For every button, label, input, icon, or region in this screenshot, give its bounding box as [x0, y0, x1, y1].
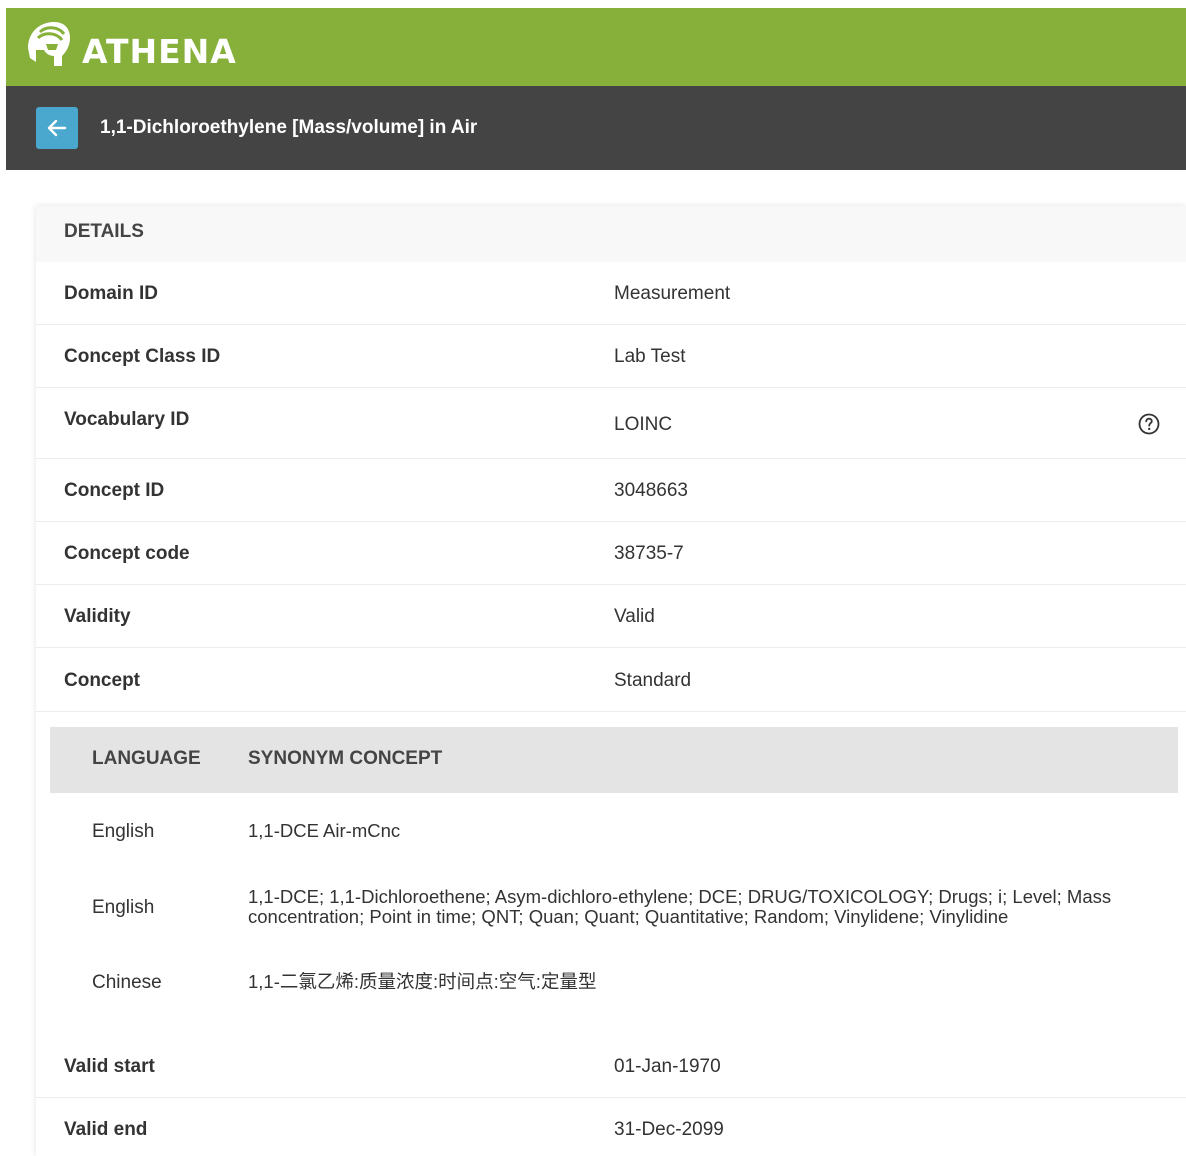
detail-value: Standard [614, 670, 692, 691]
synonym-text: 1,1-DCE; 1,1-Dichloroethene; Asym-dichlo… [248, 886, 1112, 927]
vocabulary-link[interactable]: LOINC [614, 414, 672, 436]
detail-row-domain-id: Domain ID Measurement [36, 262, 1186, 325]
detail-row-concept-code: Concept code 38735-7 [36, 522, 1186, 585]
detail-row-concept-class-id: Concept Class ID Lab Test [36, 325, 1186, 388]
detail-label: Concept ID [64, 480, 165, 501]
detail-label: Domain ID [64, 283, 158, 304]
detail-label: Concept Class ID [64, 346, 221, 367]
details-section-title: DETAILS [64, 221, 144, 242]
detail-label: Validity [64, 606, 131, 627]
detail-value: 01-Jan-1970 [614, 1056, 721, 1077]
page-title: 1,1-Dichloroethylene [Mass/volume] in Ai… [100, 117, 478, 138]
helmet-logo-icon[interactable] [22, 18, 74, 70]
arrow-left-icon [47, 119, 67, 137]
detail-label: Vocabulary ID [64, 409, 190, 430]
detail-value: Valid [614, 606, 655, 627]
details-card: DETAILS Domain ID Measurement Concept Cl… [36, 206, 1186, 1156]
detail-value: Measurement [614, 283, 731, 304]
detail-label: Concept [64, 670, 140, 691]
column-header-language: LANGUAGE [92, 748, 201, 769]
title-bar: 1,1-Dichloroethylene [Mass/volume] in Ai… [6, 86, 1186, 170]
detail-label: Valid end [64, 1119, 148, 1140]
detail-value: 38735-7 [614, 543, 684, 564]
synonym-language: Chinese [92, 972, 162, 993]
detail-label: Valid start [64, 1056, 155, 1077]
brand-bar: ATHENA [6, 8, 1186, 86]
column-header-synonym: SYNONYM CONCEPT [248, 748, 443, 769]
detail-row-valid-end: Valid end 31-Dec-2099 [36, 1098, 1186, 1156]
detail-value: 3048663 [614, 480, 688, 501]
detail-row-concept-id: Concept ID 3048663 [36, 459, 1186, 522]
synonym-text: 1,1-二氯乙烯:质量浓度:时间点:空气:定量型 [248, 971, 597, 992]
brand-name[interactable]: ATHENA [82, 32, 237, 72]
detail-row-validity: Validity Valid [36, 585, 1186, 648]
synonym-row: Chinese 1,1-二氯乙烯:质量浓度:时间点:空气:定量型 [50, 956, 1178, 1016]
detail-row-concept: Concept Standard [36, 648, 1186, 712]
details-section-header: DETAILS [36, 206, 1186, 262]
synonym-row: English 1,1-DCE; 1,1-Dichloroethene; Asy… [50, 866, 1178, 948]
synonym-language: English [92, 897, 155, 918]
synonym-language: English [92, 821, 155, 842]
detail-row-vocabulary-id: Vocabulary ID LOINC [36, 388, 1186, 459]
synonym-text: 1,1-DCE Air-mCnc [248, 820, 401, 841]
synonym-row: English 1,1-DCE Air-mCnc [50, 801, 1178, 861]
back-button[interactable] [36, 107, 78, 149]
detail-row-valid-start: Valid start 01-Jan-1970 [36, 1035, 1186, 1098]
synonym-table-header: LANGUAGE SYNONYM CONCEPT [50, 727, 1178, 793]
detail-value: 31-Dec-2099 [614, 1119, 724, 1140]
detail-label: Concept code [64, 543, 190, 564]
detail-value: Lab Test [614, 346, 686, 367]
help-circle-icon[interactable] [1137, 412, 1161, 436]
